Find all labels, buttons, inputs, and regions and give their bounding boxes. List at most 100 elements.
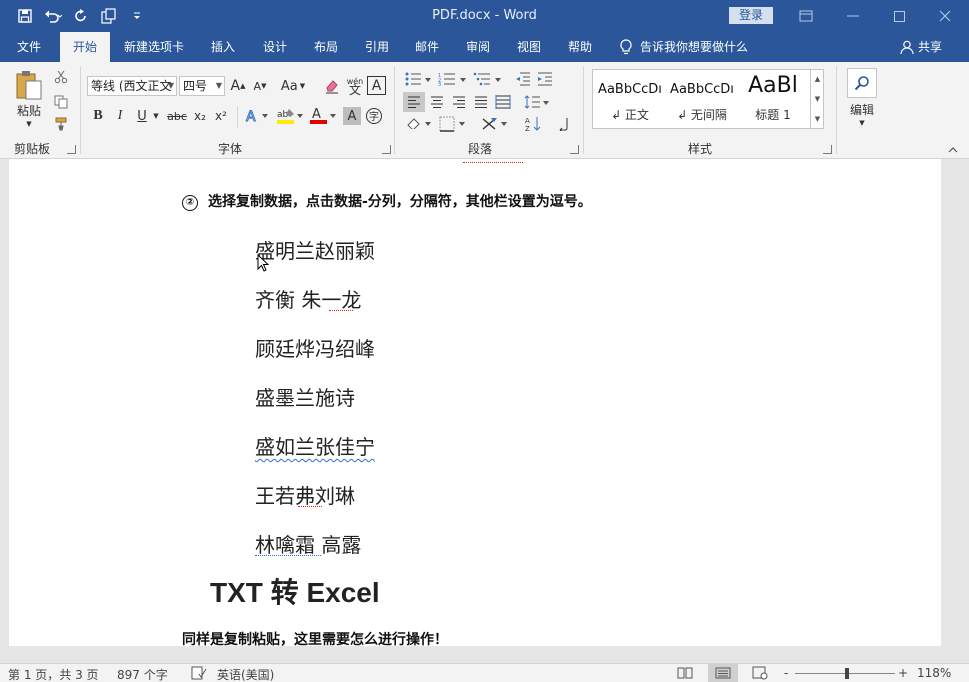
word-count[interactable]: 897 个字 [117, 666, 168, 682]
show-marks-icon[interactable] [553, 114, 573, 134]
align-left-icon[interactable] [403, 92, 425, 112]
document-page[interactable]: ② 选择复制数据，点击数据-分列，分隔符，其他栏设置为逗号。 盛明兰赵丽颖 齐衡 … [9, 159, 941, 646]
highlight-color-icon[interactable]: ab [275, 106, 305, 126]
cut-icon[interactable] [52, 68, 70, 86]
increase-indent-icon[interactable] [536, 70, 554, 88]
web-layout-icon[interactable] [752, 666, 768, 682]
style-normal[interactable]: AaBbCcDı ↲ 正文 [594, 70, 666, 128]
superscript-button[interactable]: x² [212, 107, 230, 125]
clipboard-launcher-icon[interactable] [67, 145, 76, 154]
login-button[interactable]: 登录 [729, 7, 773, 24]
language-status[interactable]: 英语(美国) [217, 666, 274, 682]
step-text: 选择复制数据，点击数据-分列，分隔符，其他栏设置为逗号。 [208, 194, 592, 210]
bold-button[interactable]: B [89, 107, 107, 125]
strikethrough-button[interactable]: abc [166, 107, 188, 125]
text-effects-icon[interactable]: A [244, 107, 272, 125]
align-right-icon[interactable] [449, 92, 469, 112]
numbering-icon[interactable]: 123 [437, 70, 469, 88]
chevron-down-icon: ▼ [215, 81, 222, 90]
character-border-icon[interactable]: A [367, 76, 386, 95]
tab-references[interactable]: 引用 [354, 32, 400, 62]
tab-insert[interactable]: 插入 [200, 32, 246, 62]
font-launcher-icon[interactable] [382, 145, 391, 154]
bullets-icon[interactable] [404, 70, 434, 88]
tab-layout[interactable]: 布局 [303, 32, 349, 62]
chinese-layout-icon[interactable] [480, 114, 510, 134]
tab-review[interactable]: 审阅 [455, 32, 501, 62]
grow-font-glyph: A [230, 78, 241, 94]
print-layout-icon[interactable] [708, 664, 738, 682]
clear-formatting-icon[interactable] [322, 77, 342, 95]
borders-icon[interactable] [438, 114, 468, 134]
enclose-characters-icon[interactable]: 字 [365, 107, 383, 125]
underline-button[interactable]: U [133, 107, 151, 125]
style-no-spacing[interactable]: AaBbCcDı ↲ 无间隔 [666, 70, 738, 128]
tab-mailings[interactable]: 邮件 [404, 32, 450, 62]
phonetic-guide-icon[interactable]: wén 文 [345, 75, 365, 97]
underline-dropdown-icon[interactable]: ▼ [150, 107, 162, 125]
zoom-in-button[interactable]: + [898, 666, 908, 680]
editing-dropdown-icon[interactable]: ▼ [855, 118, 869, 128]
spelling-mark [329, 308, 353, 311]
chevron-down-icon[interactable]: ▼ [811, 89, 824, 109]
ribbon-display-options-icon[interactable] [783, 0, 829, 32]
more-styles-icon[interactable]: ▼ [811, 109, 824, 129]
read-mode-icon[interactable] [677, 666, 693, 682]
italic-button[interactable]: I [111, 107, 129, 125]
editing-label[interactable]: 编辑 [842, 101, 882, 117]
shrink-font-icon[interactable]: A ▼ [251, 77, 269, 95]
paste-icon[interactable] [12, 68, 46, 102]
tab-design[interactable]: 设计 [252, 32, 298, 62]
shading-icon[interactable] [404, 114, 434, 134]
style-heading-1[interactable]: AaBl 标题 1 [738, 70, 808, 128]
close-icon[interactable] [922, 0, 968, 32]
font-size-value: 四号 [183, 79, 208, 93]
grow-font-icon[interactable]: A ▲ [229, 77, 247, 95]
collapse-ribbon-icon[interactable] [946, 144, 960, 156]
zoom-out-button[interactable]: - [784, 666, 788, 680]
styles-scroll: ▲ ▼ ▼ [810, 69, 824, 129]
clipboard-group-label: 剪贴板 [13, 142, 50, 156]
proofing-icon[interactable] [191, 666, 207, 682]
font-name-combo[interactable]: 等线 (西文正文 ▼ [87, 76, 177, 96]
style-sample: AaBbCcDı [598, 82, 662, 97]
subscript-button[interactable]: x₂ [191, 107, 209, 125]
align-center-icon[interactable] [427, 92, 447, 112]
line-spacing-icon[interactable] [523, 92, 551, 112]
font-color-icon[interactable]: A [308, 106, 338, 126]
zoom-level[interactable]: 118% [917, 666, 951, 680]
paragraph-launcher-icon[interactable] [570, 145, 579, 154]
tab-help[interactable]: 帮助 [557, 32, 603, 62]
change-case-glyph: Aa [280, 78, 298, 94]
multilevel-list-icon[interactable] [472, 70, 504, 88]
tab-home[interactable]: 开始 [60, 32, 110, 62]
tell-me-box[interactable]: 告诉我你想要做什么 [620, 32, 748, 62]
page-count[interactable]: 第 1 页，共 3 页 [8, 666, 99, 682]
paste-dropdown-icon[interactable]: ▼ [22, 119, 36, 129]
justify-icon[interactable] [471, 92, 491, 112]
share-button[interactable]: 共享 [900, 32, 942, 62]
format-painter-icon[interactable] [52, 115, 70, 133]
name-line: 盛明兰赵丽颖 [255, 239, 375, 263]
tab-file[interactable]: 文件 [6, 32, 52, 62]
tab-new[interactable]: 新建选项卡 [116, 32, 192, 62]
maximize-icon[interactable] [876, 0, 922, 32]
decrease-indent-icon[interactable] [514, 70, 532, 88]
zoom-slider-thumb[interactable] [845, 668, 849, 679]
copy-icon[interactable] [52, 93, 70, 111]
tab-view[interactable]: 视图 [506, 32, 552, 62]
chevron-up-icon[interactable]: ▲ [811, 69, 824, 89]
distributed-icon[interactable] [493, 92, 513, 112]
grammar-mark [255, 553, 321, 556]
styles-launcher-icon[interactable] [823, 145, 832, 154]
chevron-down-icon: ▼ [167, 81, 174, 90]
font-size-combo[interactable]: 四号 ▼ [179, 76, 225, 96]
find-icon[interactable] [847, 68, 877, 98]
sort-icon[interactable]: AZ [523, 114, 543, 134]
change-case-icon[interactable]: Aa ▼ [278, 77, 308, 95]
minimize-icon[interactable] [830, 0, 876, 32]
character-shading-icon[interactable]: A [343, 107, 361, 125]
paste-label[interactable]: 粘贴 [10, 102, 48, 118]
group-separator [583, 66, 584, 154]
vertical-scrollbar[interactable] [944, 159, 969, 646]
